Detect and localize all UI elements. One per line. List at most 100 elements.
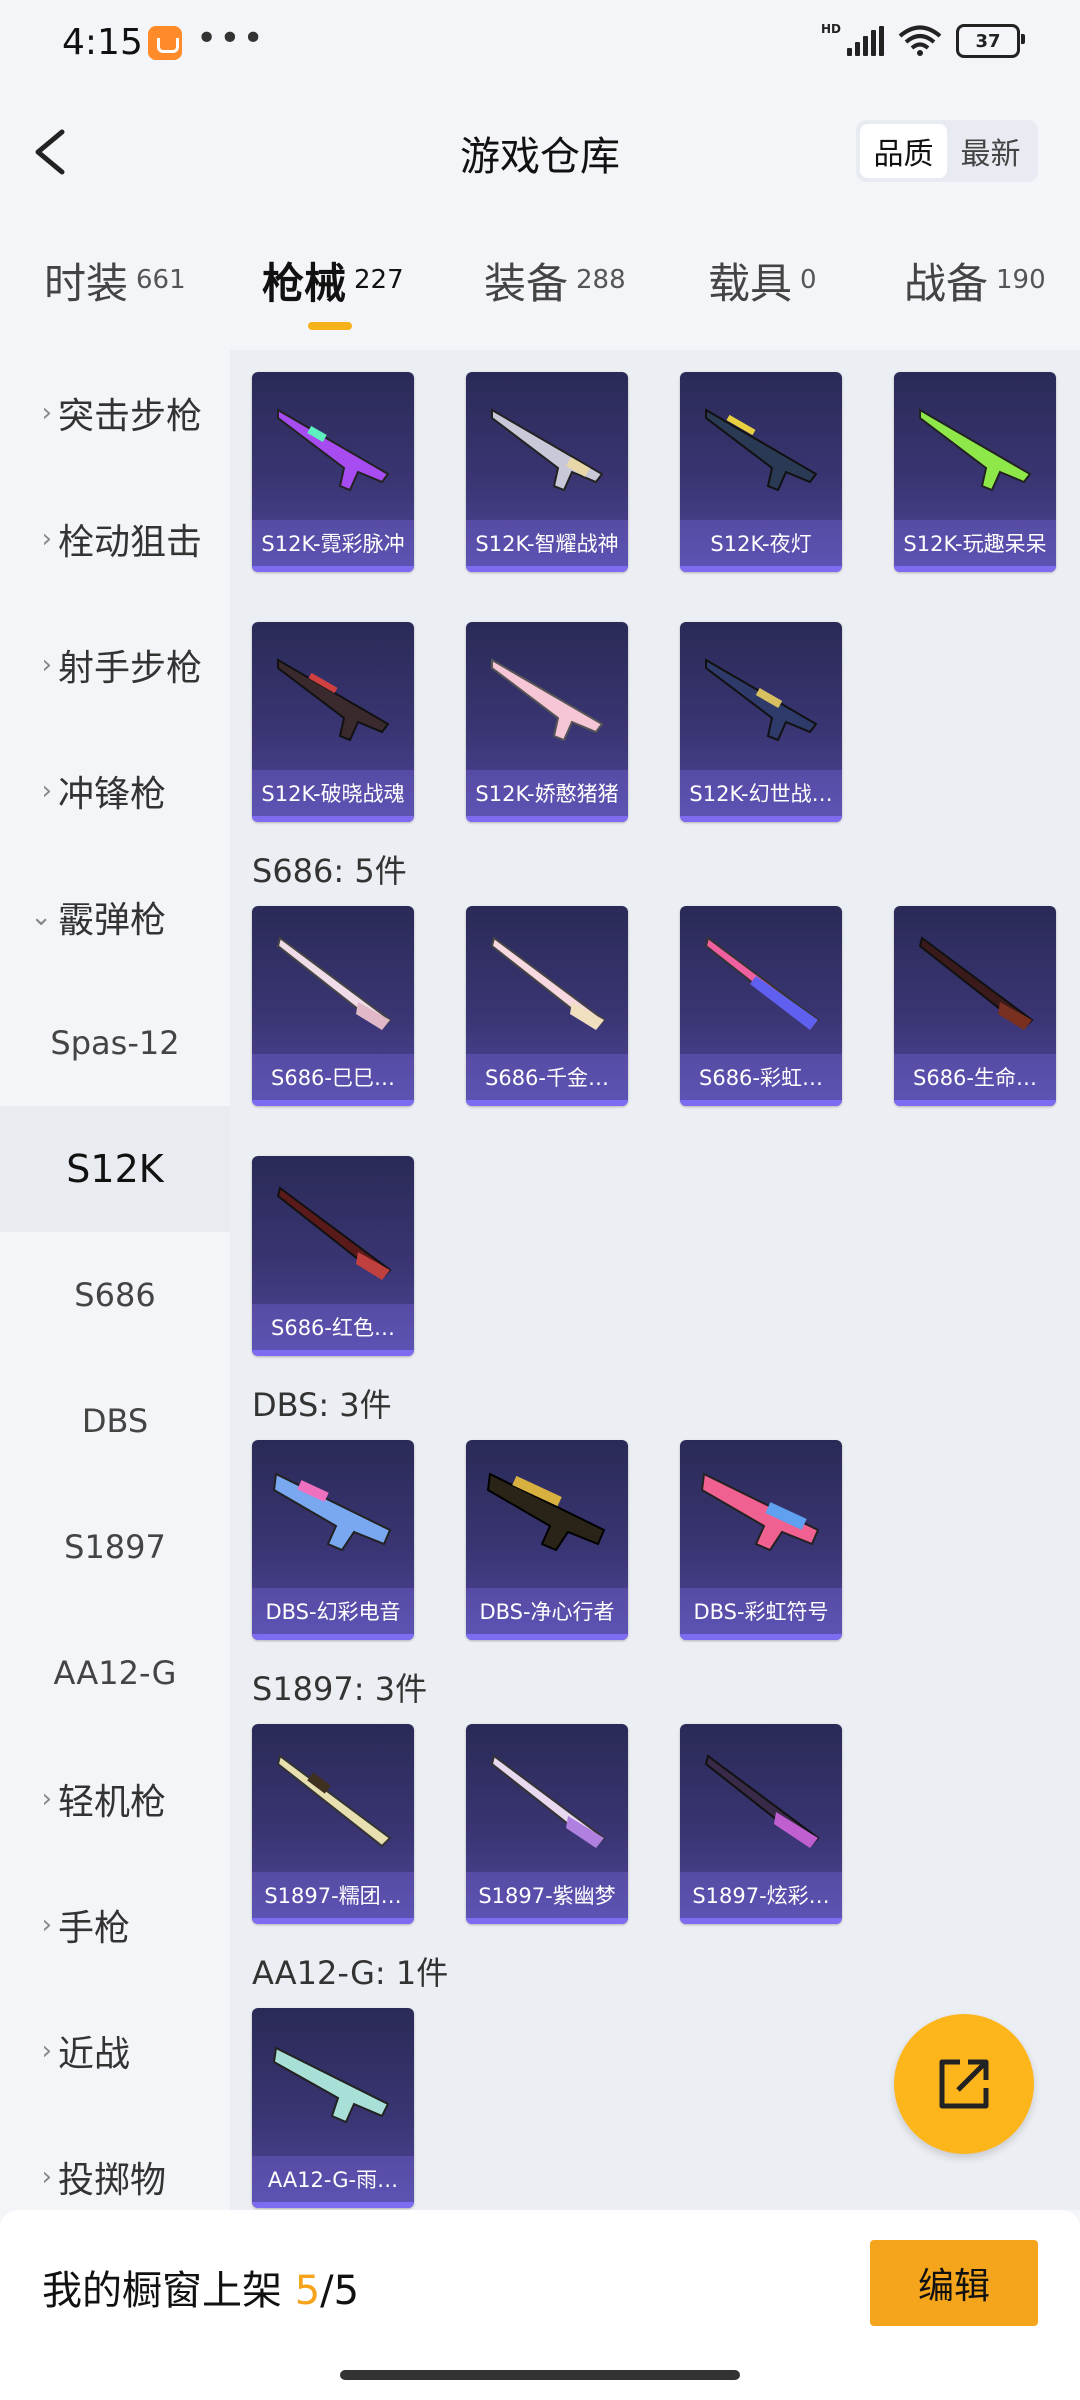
home-indicator[interactable] bbox=[340, 2370, 740, 2380]
sidebar-item-label: 冲锋枪 bbox=[58, 774, 167, 815]
skin-name: S12K-娇憨猪猪 bbox=[466, 770, 628, 816]
tab-count: 288 bbox=[576, 265, 626, 295]
shotgun-skin-icon bbox=[486, 1472, 606, 1552]
skin-card[interactable]: S12K-智耀战神 bbox=[466, 372, 628, 572]
skin-name: DBS-净心行者 bbox=[466, 1588, 628, 1634]
skin-card[interactable]: DBS-幻彩电音 bbox=[252, 1440, 414, 1640]
weapon-skin-grid: S12K-霓彩脉冲 S12K-智耀战神 S12K-夜灯 S12K-玩趣呆呆 S1… bbox=[230, 350, 1080, 2210]
weapon-type-sidebar: › 突击步枪 › 栓动狙击 › 射手步枪 › 冲锋枪 ⌄ 霰弹枪 Spas-12 S12K… bbox=[0, 350, 230, 2210]
skin-card[interactable]: S1897-糯团… bbox=[252, 1724, 414, 1924]
skin-card[interactable]: S12K-霓彩脉冲 bbox=[252, 372, 414, 572]
chevron-right-icon: › bbox=[41, 776, 52, 806]
skin-card[interactable]: AA12-G-雨… bbox=[252, 2008, 414, 2208]
skin-card[interactable]: S686-红色… bbox=[252, 1156, 414, 1356]
tab-label: 装备 bbox=[484, 259, 569, 308]
shotgun-skin-icon bbox=[919, 408, 1032, 492]
skin-name: S12K-夜灯 bbox=[680, 520, 842, 566]
hd-label: HD bbox=[820, 22, 841, 36]
sidebar-item-smg[interactable]: › 冲锋枪 bbox=[0, 728, 230, 854]
shotgun-skin-icon bbox=[272, 1472, 392, 1552]
sidebar-item-shotgun[interactable]: ⌄ 霰弹枪 bbox=[0, 854, 230, 980]
sidebar-item-bolt-sniper[interactable]: › 栓动狙击 bbox=[0, 476, 230, 602]
battery-level: 37 bbox=[975, 30, 1001, 52]
skin-card[interactable]: S12K-娇憨猪猪 bbox=[466, 622, 628, 822]
tab-equipment[interactable]: 装备 288 bbox=[484, 250, 626, 311]
chevron-right-icon: › bbox=[41, 650, 52, 680]
sidebar-item-label: 突击步枪 bbox=[58, 396, 203, 437]
skin-name: AA12-G-雨… bbox=[252, 2156, 414, 2202]
showcase-total: 5 bbox=[333, 2268, 360, 2314]
skin-name: DBS-幻彩电音 bbox=[252, 1588, 414, 1634]
shotgun-skin-icon bbox=[490, 936, 606, 1030]
tab-label: 战备 bbox=[904, 259, 989, 308]
sidebar-subitem-dbs[interactable]: DBS bbox=[0, 1358, 230, 1484]
chevron-right-icon: › bbox=[41, 2162, 52, 2192]
skin-card[interactable]: S12K-夜灯 bbox=[680, 372, 842, 572]
shotgun-skin-icon bbox=[704, 936, 820, 1030]
skin-card[interactable]: S686-彩虹… bbox=[680, 906, 842, 1106]
sidebar-item-dmr[interactable]: › 射手步枪 bbox=[0, 602, 230, 728]
sort-quality-button[interactable]: 品质 bbox=[860, 124, 947, 178]
skin-name: S686-生命… bbox=[894, 1054, 1056, 1100]
sidebar-subitem-s12k[interactable]: S12K bbox=[0, 1106, 230, 1232]
skin-card[interactable]: S686-巳巳… bbox=[252, 906, 414, 1106]
showcase-current: 5 bbox=[294, 2268, 321, 2314]
tab-label: 时装 bbox=[44, 259, 129, 308]
header: 游戏仓库 品质 最新 bbox=[0, 100, 1080, 200]
sidebar-item-label: 栓动狙击 bbox=[58, 522, 203, 563]
sidebar-subitem-spas12[interactable]: Spas-12 bbox=[0, 980, 230, 1106]
skin-name: S12K-智耀战神 bbox=[466, 520, 628, 566]
skin-card[interactable]: S686-生命… bbox=[894, 906, 1056, 1106]
skin-card[interactable]: S686-千金… bbox=[466, 906, 628, 1106]
chevron-right-icon: › bbox=[41, 524, 52, 554]
sidebar-item-lmg[interactable]: › 轻机枪 bbox=[0, 1736, 230, 1862]
sidebar-item-label: 射手步枪 bbox=[58, 648, 203, 689]
skin-card[interactable]: S12K-玩趣呆呆 bbox=[894, 372, 1056, 572]
tab-vehicles[interactable]: 载具 0 bbox=[708, 250, 817, 311]
edit-button[interactable]: 编辑 bbox=[870, 2240, 1038, 2326]
skin-name: S686-彩虹… bbox=[680, 1054, 842, 1100]
share-icon bbox=[939, 2059, 989, 2109]
skin-name: S686-千金… bbox=[466, 1054, 628, 1100]
sidebar-subitem-aa12g[interactable]: AA12-G bbox=[0, 1610, 230, 1736]
tab-count: 190 bbox=[996, 265, 1046, 295]
showcase-separator: / bbox=[320, 2268, 334, 2314]
skin-name: S686-红色… bbox=[252, 1304, 414, 1350]
sidebar-subitem-s686[interactable]: S686 bbox=[0, 1232, 230, 1358]
skin-card[interactable]: S1897-紫幽梦 bbox=[466, 1724, 628, 1924]
shotgun-skin-icon bbox=[700, 1472, 820, 1552]
skin-card[interactable]: DBS-净心行者 bbox=[466, 1440, 628, 1640]
tab-fashion[interactable]: 时装 661 bbox=[44, 250, 186, 311]
sidebar-item-assault-rifle[interactable]: › 突击步枪 bbox=[0, 350, 230, 476]
wifi-icon bbox=[898, 25, 942, 57]
sidebar-subitem-s1897[interactable]: S1897 bbox=[0, 1484, 230, 1610]
group-title-s686: S686: 5件 bbox=[252, 852, 407, 890]
shotgun-skin-icon bbox=[491, 408, 604, 492]
sort-latest-button[interactable]: 最新 bbox=[947, 124, 1034, 178]
tab-gear[interactable]: 战备 190 bbox=[904, 250, 1046, 311]
skin-card[interactable]: S12K-破晓战魂 bbox=[252, 622, 414, 822]
skin-card[interactable]: S1897-炫彩… bbox=[680, 1724, 842, 1924]
chevron-right-icon: › bbox=[41, 2036, 52, 2066]
more-notifications-icon: ••• bbox=[196, 18, 266, 59]
sidebar-item-label: 霰弹枪 bbox=[58, 900, 167, 941]
showcase-label: 我的橱窗上架 bbox=[42, 2268, 282, 2314]
skin-name: S12K-幻世战… bbox=[680, 770, 842, 816]
status-bar: 4:15 ••• HD 37 bbox=[0, 0, 1080, 90]
skin-card[interactable]: S12K-幻世战… bbox=[680, 622, 842, 822]
status-time: 4:15 bbox=[62, 22, 143, 63]
share-button[interactable] bbox=[894, 2014, 1034, 2154]
tab-firearms[interactable]: 枪械 227 bbox=[262, 250, 404, 311]
chevron-right-icon: › bbox=[41, 1910, 52, 1940]
sidebar-item-label: 投掷物 bbox=[58, 2160, 167, 2201]
sidebar-item-pistol[interactable]: › 手枪 bbox=[0, 1862, 230, 1988]
tab-count: 0 bbox=[800, 265, 817, 295]
skin-card[interactable]: DBS-彩虹符号 bbox=[680, 1440, 842, 1640]
skin-name: S12K-霓彩脉冲 bbox=[252, 520, 414, 566]
shotgun-skin-icon bbox=[276, 1186, 392, 1280]
sidebar-item-label: 轻机枪 bbox=[58, 1782, 167, 1823]
shotgun-skin-icon bbox=[276, 1754, 392, 1848]
sidebar-item-melee[interactable]: › 近战 bbox=[0, 1988, 230, 2114]
shopping-app-icon bbox=[148, 26, 182, 60]
signal-icon bbox=[847, 26, 884, 56]
